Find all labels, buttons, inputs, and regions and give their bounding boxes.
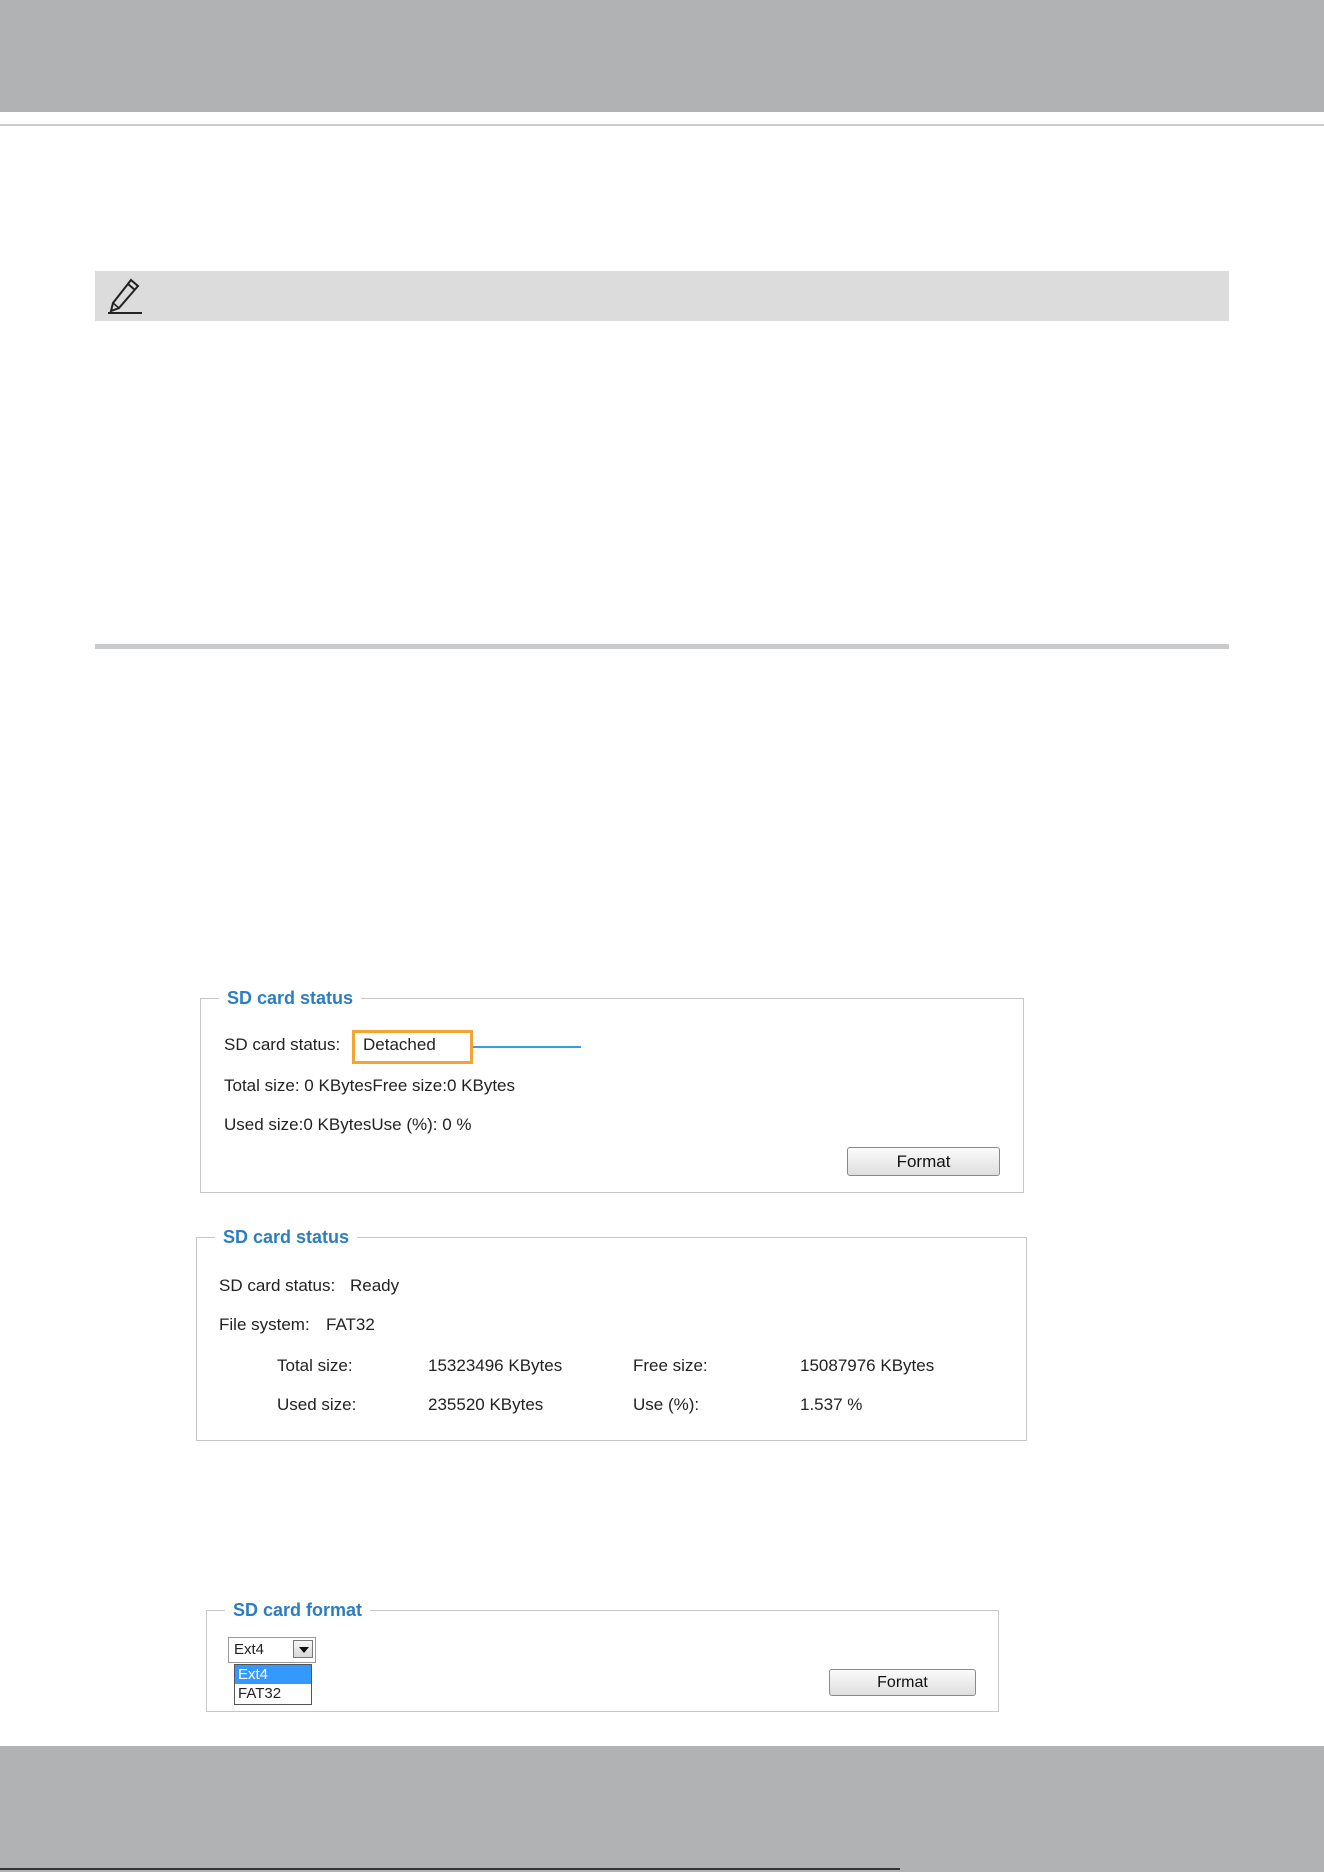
section-divider [95, 644, 1229, 649]
free-size-label: Free size: [633, 1356, 708, 1375]
used-size-label: Used size: [277, 1395, 357, 1414]
dropdown-option-fat32[interactable]: FAT32 [235, 1684, 311, 1703]
footer-band [0, 1746, 1324, 1872]
used-size-value: 235520 KBytes [428, 1395, 544, 1414]
dropdown-option-ext4[interactable]: Ext4 [235, 1665, 311, 1684]
pencil-icon [108, 278, 142, 314]
panel-legend: SD card format [233, 1600, 363, 1620]
usage-line: Used size:0 KBytesUse (%): 0 % [224, 1115, 472, 1134]
status-value: Detached [363, 1035, 436, 1054]
panel-legend: SD card status [227, 988, 354, 1008]
status-label: SD card status: [224, 1035, 341, 1054]
callout-line [473, 1046, 581, 1048]
size-line: Total size: 0 KBytesFree size:0 KBytes [224, 1076, 516, 1095]
status-label: SD card status: [219, 1276, 336, 1295]
status-value: Ready [350, 1276, 400, 1295]
file-system-label: File system: [219, 1315, 310, 1334]
footer-hairline [0, 1868, 900, 1870]
header-rule [0, 124, 1324, 126]
header-band [0, 0, 1324, 112]
panel-legend: SD card status [223, 1227, 350, 1247]
use-percent-label: Use (%): [633, 1395, 700, 1414]
total-size-value: 15323496 KBytes [428, 1356, 563, 1375]
free-size-value: 15087976 KBytes [800, 1356, 935, 1375]
note-bar [95, 271, 1229, 321]
file-system-value: FAT32 [326, 1315, 375, 1334]
chevron-down-icon[interactable] [293, 1640, 313, 1658]
total-size-label: Total size: [277, 1356, 353, 1375]
filesystem-select[interactable]: Ext4 [228, 1637, 316, 1663]
filesystem-select-value: Ext4 [234, 1641, 265, 1658]
filesystem-dropdown: Ext4 FAT32 [234, 1664, 312, 1705]
format-button[interactable]: Format [847, 1147, 1000, 1176]
use-percent-value: 1.537 % [800, 1395, 863, 1414]
status-value-highlight: Detached [352, 1030, 473, 1064]
format-button[interactable]: Format [829, 1669, 976, 1696]
